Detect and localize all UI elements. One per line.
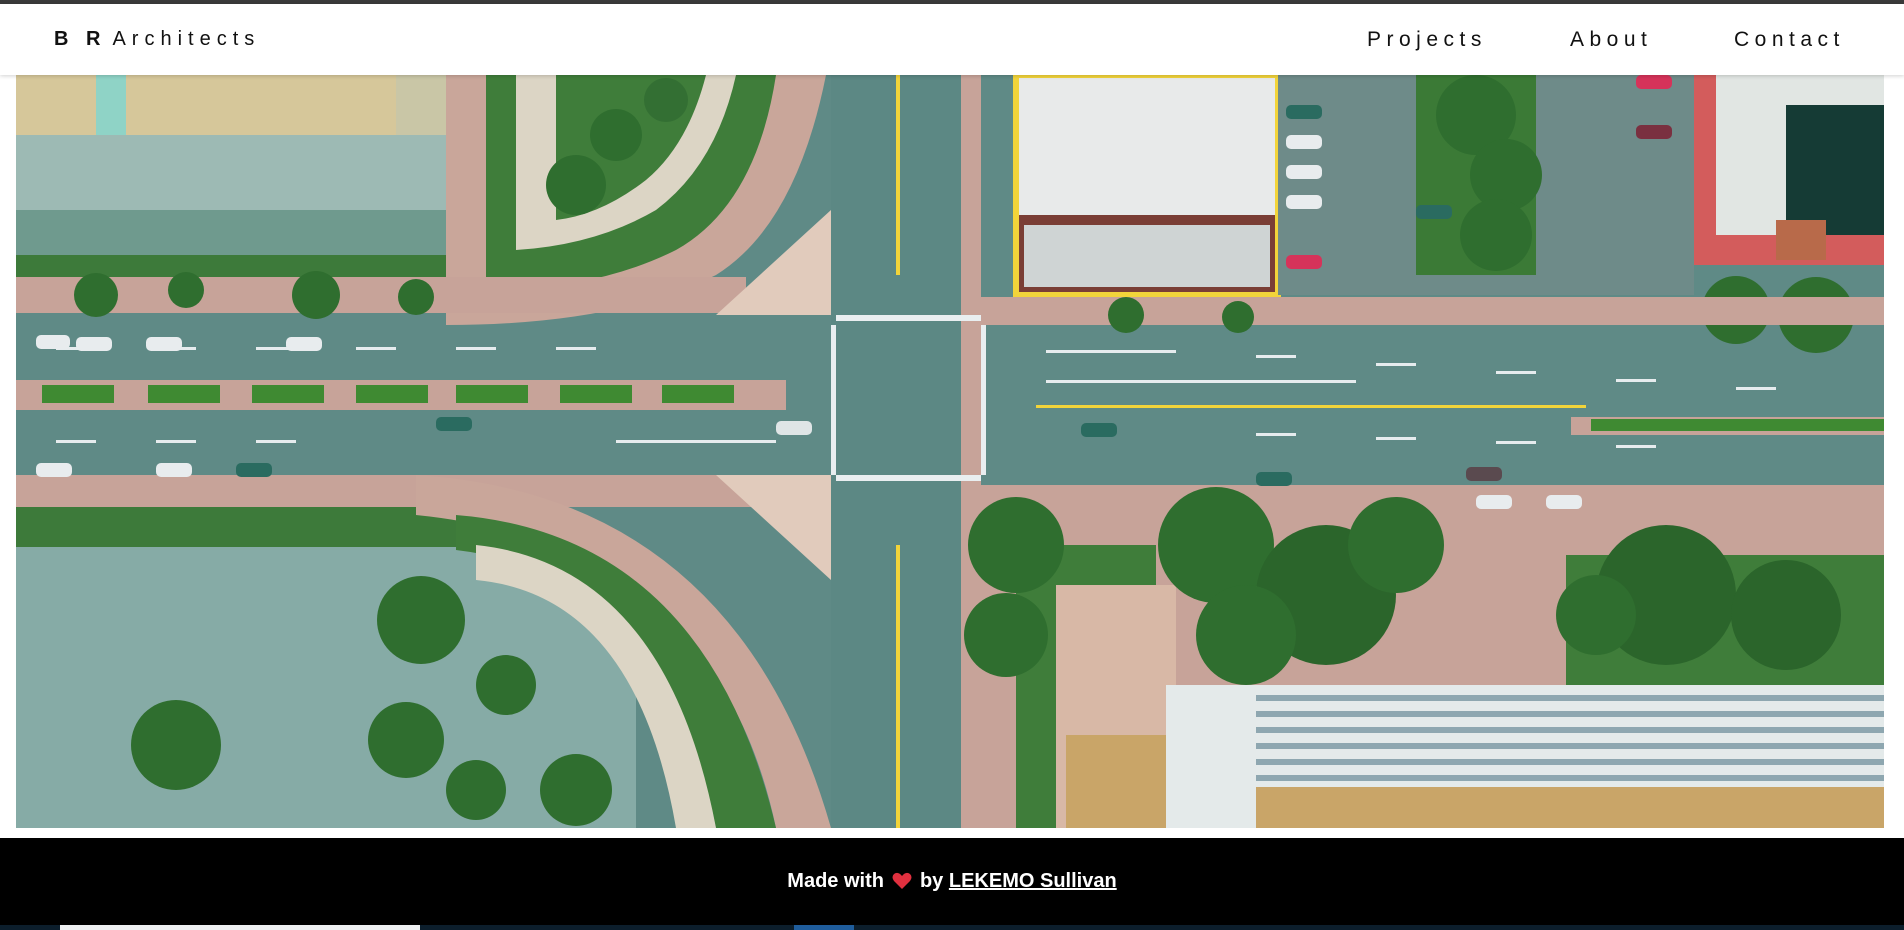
aerial-intersection-illustration bbox=[16, 75, 1884, 828]
hero-image bbox=[16, 75, 1884, 828]
navbar: B R Architects Projects About Contact bbox=[0, 4, 1904, 75]
nav-contact-link[interactable]: Contact bbox=[1734, 28, 1845, 52]
brand-initials: B R bbox=[54, 28, 107, 50]
footer-credit: Made with by LEKEMO Sullivan bbox=[0, 870, 1904, 896]
author-link[interactable]: LEKEMO Sullivan bbox=[949, 870, 1117, 892]
os-taskbar-strip bbox=[0, 925, 1904, 930]
nav-projects-link[interactable]: Projects bbox=[1367, 28, 1487, 52]
heart-icon bbox=[892, 872, 912, 896]
brand-name: Architects bbox=[112, 28, 261, 50]
brand-logo[interactable]: B R Architects bbox=[54, 28, 260, 51]
footer: Made with by LEKEMO Sullivan bbox=[0, 838, 1904, 930]
taskbar-window-tab[interactable] bbox=[60, 925, 420, 930]
by-label: by bbox=[919, 870, 944, 892]
taskbar-active-indicator[interactable] bbox=[794, 925, 854, 930]
nav-about-link[interactable]: About bbox=[1570, 28, 1652, 52]
made-with-label: Made with bbox=[787, 870, 884, 892]
